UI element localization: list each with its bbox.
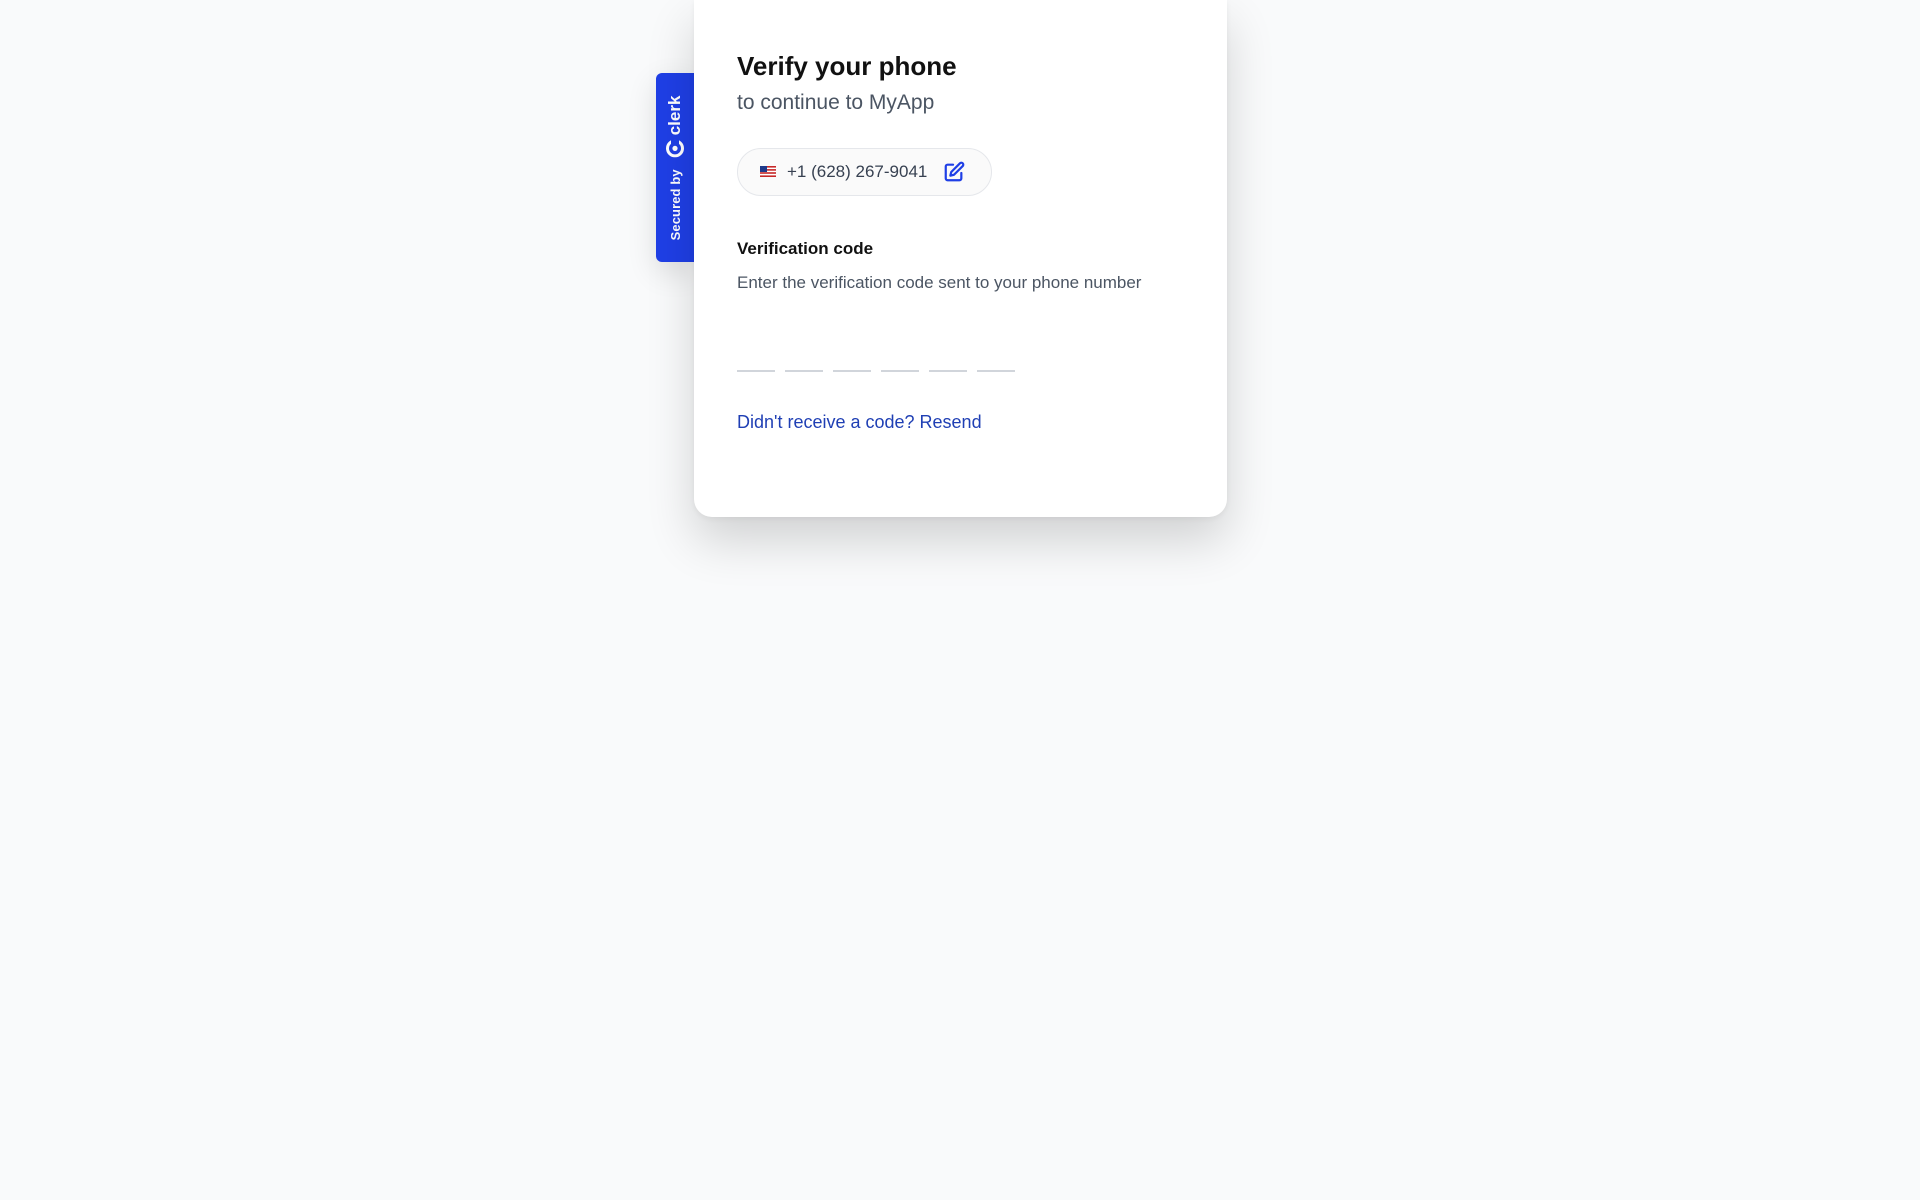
- otp-digit-input-6[interactable]: [977, 336, 1015, 372]
- clerk-logo-icon: [666, 138, 684, 157]
- otp-digit-input-5[interactable]: [929, 336, 967, 372]
- clerk-brand-text: clerk: [665, 95, 684, 135]
- badge-content: Secured by clerk: [665, 95, 685, 240]
- card-body: Verify your phone to continue to MyApp +…: [737, 52, 1184, 433]
- us-flag-icon: [760, 166, 776, 178]
- page: Secured by clerk Verify your phone to co…: [0, 0, 1920, 1200]
- verification-code-hint: Enter the verification code sent to your…: [737, 272, 1142, 292]
- otp-input-group: [737, 332, 1184, 372]
- verification-code-label: Verification code: [737, 238, 874, 258]
- page-subtitle: to continue to MyApp: [737, 90, 935, 114]
- resend-code-link[interactable]: Didn't receive a code? Resend: [737, 412, 982, 433]
- verify-phone-card: Verify your phone to continue to MyApp +…: [694, 0, 1227, 517]
- otp-digit-input-3[interactable]: [833, 336, 871, 372]
- secured-by-text: Secured by: [667, 168, 683, 240]
- phone-number: +1 (628) 267-9041: [787, 161, 928, 181]
- phone-identity-chip: +1 (628) 267-9041: [737, 147, 993, 196]
- otp-digit-input-2[interactable]: [785, 336, 823, 372]
- secured-by-clerk-badge[interactable]: Secured by clerk: [656, 73, 694, 262]
- page-title: Verify your phone: [737, 51, 957, 81]
- edit-icon[interactable]: [943, 161, 965, 183]
- otp-digit-input-4[interactable]: [881, 336, 919, 372]
- otp-digit-input-1[interactable]: [737, 336, 775, 372]
